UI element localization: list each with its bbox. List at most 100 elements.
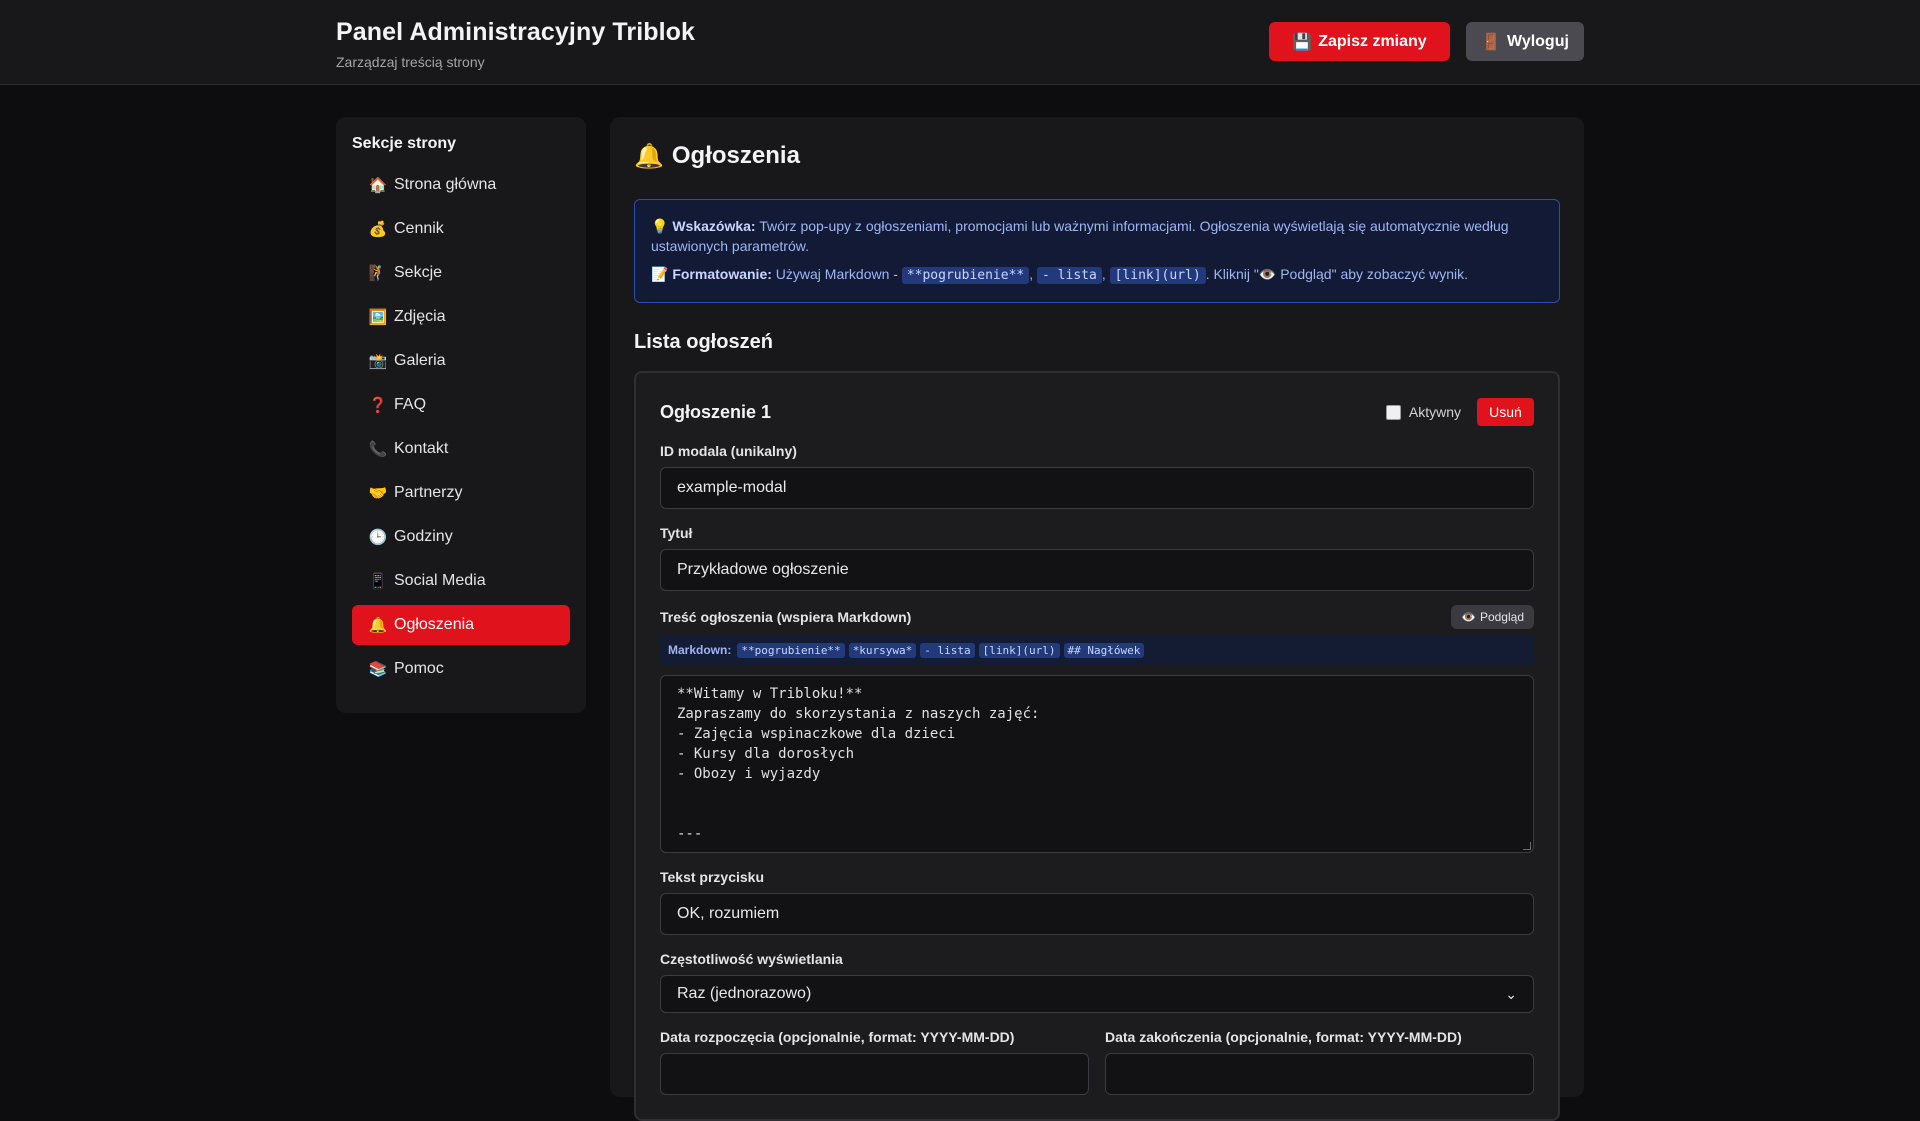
preview-label: Podgląd bbox=[1479, 610, 1524, 624]
preview-button[interactable]: 👁️ Podgląd bbox=[1451, 605, 1534, 629]
sidebar-item-label: Partnerzy bbox=[394, 484, 463, 501]
page-title: Panel Administracyjny Triblok bbox=[336, 18, 696, 46]
content-textarea[interactable]: **Witamy w Tribloku!** Zapraszamy do sko… bbox=[660, 675, 1534, 853]
books-icon: 📚 bbox=[368, 661, 388, 678]
lightbulb-icon: 💡 bbox=[651, 218, 669, 234]
markdown-label: Markdown: bbox=[668, 643, 732, 657]
sidebar-item-label: Strona główna bbox=[394, 176, 497, 193]
save-changes-button[interactable]: 💾 Zapisz zmiany bbox=[1269, 22, 1450, 61]
active-checkbox[interactable] bbox=[1385, 404, 1401, 420]
resize-handle[interactable] bbox=[1523, 842, 1531, 850]
active-toggle[interactable]: Aktywny bbox=[1385, 404, 1461, 420]
card-title: Ogłoszenie 1 bbox=[660, 401, 772, 422]
end-date-input[interactable] bbox=[1105, 1053, 1534, 1095]
frequency-select[interactable]: Raz (jednorazowo) ⌄ bbox=[660, 975, 1534, 1013]
main-panel: 🔔 Ogłoszenia 💡 Wskazówka: Twórz pop-upy … bbox=[610, 117, 1584, 1121]
frequency-label: Częstotliwość wyświetlania bbox=[660, 951, 843, 967]
start-date-group: Data rozpoczęcia (opcjonalnie, format: Y… bbox=[660, 1027, 1089, 1095]
sidebar-item-home[interactable]: 🏠 Strona główna bbox=[352, 165, 570, 205]
sidebar-item-label: Sekcje bbox=[394, 264, 443, 281]
tip-hint-text: Twórz pop-upy z ogłoszeniami, promocjami… bbox=[651, 218, 1509, 254]
sidebar-item-label: Zdjęcia bbox=[394, 308, 446, 325]
money-bag-icon: 💰 bbox=[368, 221, 388, 238]
sidebar-item-label: Galeria bbox=[394, 352, 446, 369]
delete-button[interactable]: Usuń bbox=[1477, 398, 1534, 426]
content-label: Treść ogłoszenia (wspiera Markdown) bbox=[660, 609, 912, 625]
picture-icon: 🖼️ bbox=[368, 309, 388, 326]
sidebar-item-partners[interactable]: 🤝 Partnerzy bbox=[352, 473, 570, 513]
announcement-list-title: Lista ogłoszeń bbox=[634, 331, 773, 353]
code-link: [link](url) bbox=[1109, 267, 1206, 284]
code-bold: **pogrubienie** bbox=[901, 267, 1030, 284]
top-header: Panel Administracyjny Triblok Zarządzaj … bbox=[0, 0, 1920, 85]
sidebar-item-pricing[interactable]: 💰 Cennik bbox=[352, 209, 570, 249]
tip-line-formatting: 📝 Formatowanie: Używaj Markdown - **pogr… bbox=[651, 264, 1543, 286]
section-title-text: Ogłoszenia bbox=[671, 142, 800, 169]
sidebar-item-help[interactable]: 📚 Pomoc bbox=[352, 649, 570, 689]
content-text: **Witamy w Tribloku!** Zapraszamy do sko… bbox=[677, 686, 1040, 842]
sidebar-item-photos[interactable]: 🖼️ Zdjęcia bbox=[352, 297, 570, 337]
card-actions: Aktywny Usuń bbox=[1385, 398, 1534, 426]
start-date-input[interactable] bbox=[660, 1053, 1089, 1095]
question-mark-icon: ❓ bbox=[368, 397, 388, 414]
sidebar-item-contact[interactable]: 📞 Kontakt bbox=[352, 429, 570, 469]
title-label: Tytuł bbox=[660, 525, 693, 541]
sidebar-item-gallery[interactable]: 📸 Galeria bbox=[352, 341, 570, 381]
memo-icon: 📝 bbox=[651, 266, 669, 282]
content-label-row: Treść ogłoszenia (wspiera Markdown) 👁️ P… bbox=[660, 605, 1534, 629]
brand: Panel Administracyjny Triblok Zarządzaj … bbox=[336, 18, 695, 70]
sidebar-item-sections[interactable]: 🧗 Sekcje bbox=[352, 253, 570, 293]
md-code-list: - lista bbox=[920, 642, 975, 658]
date-row: Data rozpoczęcia (opcjonalnie, format: Y… bbox=[660, 1027, 1534, 1095]
frequency-value: Raz (jednorazowo) bbox=[677, 985, 812, 1002]
phone-icon: 📞 bbox=[368, 441, 388, 458]
modal-id-input[interactable]: example-modal bbox=[660, 467, 1534, 509]
floppy-disk-icon: 💾 bbox=[1292, 33, 1313, 51]
tip-hint-label: Wskazówka: bbox=[672, 218, 756, 234]
save-changes-label: Zapisz zmiany bbox=[1318, 32, 1427, 50]
sidebar-item-label: Godziny bbox=[394, 528, 453, 545]
modal-id-label: ID modala (unikalny) bbox=[660, 443, 797, 459]
clock-icon: 🕒 bbox=[368, 529, 388, 546]
card-header: Ogłoszenie 1 Aktywny Usuń bbox=[660, 397, 1534, 427]
md-code-link: [link](url) bbox=[978, 642, 1060, 658]
button-text-input[interactable]: OK, rozumiem bbox=[660, 893, 1534, 935]
house-icon: 🏠 bbox=[368, 177, 388, 194]
sidebar-item-label: Pomoc bbox=[394, 660, 444, 677]
chevron-down-icon: ⌄ bbox=[1505, 985, 1517, 1002]
title-input[interactable]: Przykładowe ogłoszenie bbox=[660, 549, 1534, 591]
tip-formatting-suffix: . Kliknij "👁️ Podgląd" aby zobaczyć wyni… bbox=[1205, 266, 1469, 282]
logout-label: Wyloguj bbox=[1507, 32, 1569, 50]
tip-formatting-label: Formatowanie: bbox=[672, 266, 772, 282]
separator: , bbox=[1101, 266, 1110, 282]
logout-button[interactable]: 🚪 Wyloguj bbox=[1466, 22, 1584, 61]
bell-icon: 🔔 bbox=[634, 142, 664, 170]
mobile-phone-icon: 📱 bbox=[368, 573, 388, 590]
sidebar-item-social-media[interactable]: 📱 Social Media bbox=[352, 561, 570, 601]
sidebar-item-label: Social Media bbox=[394, 572, 486, 589]
page-subtitle: Zarządzaj treścią strony bbox=[336, 54, 485, 70]
camera-icon: 📸 bbox=[368, 353, 388, 370]
start-date-label: Data rozpoczęcia (opcjonalnie, format: Y… bbox=[660, 1029, 1015, 1045]
section-title: 🔔 Ogłoszenia bbox=[634, 141, 1560, 171]
bell-icon: 🔔 bbox=[368, 617, 388, 634]
sidebar-title: Sekcje strony bbox=[352, 135, 457, 152]
handshake-icon: 🤝 bbox=[368, 485, 388, 502]
sidebar-item-announcements[interactable]: 🔔 Ogłoszenia bbox=[352, 605, 570, 645]
markdown-hint-bar: Markdown: **pogrubienie** *kursywa* - li… bbox=[660, 635, 1534, 665]
sidebar: Sekcje strony 🏠 Strona główna 💰 Cennik 🧗 Se… bbox=[336, 117, 586, 713]
tip-box: 💡 Wskazówka: Twórz pop-upy z ogłoszeniam… bbox=[634, 199, 1560, 303]
separator: , bbox=[1029, 266, 1038, 282]
climber-icon: 🧗 bbox=[368, 265, 388, 282]
end-date-group: Data zakończenia (opcjonalnie, format: Y… bbox=[1105, 1027, 1534, 1095]
code-list: - lista bbox=[1037, 267, 1102, 284]
announcement-card: Ogłoszenie 1 Aktywny Usuń ID modala (uni… bbox=[634, 371, 1560, 1121]
sidebar-item-faq[interactable]: ❓ FAQ bbox=[352, 385, 570, 425]
md-code-heading: ## Nagłówek bbox=[1063, 642, 1145, 658]
sidebar-item-label: Cennik bbox=[394, 220, 444, 237]
end-date-label: Data zakończenia (opcjonalnie, format: Y… bbox=[1105, 1029, 1462, 1045]
sidebar-item-label: Kontakt bbox=[394, 440, 449, 457]
md-code-bold: **pogrubienie** bbox=[737, 642, 845, 658]
md-code-italic: *kursywa* bbox=[848, 642, 917, 658]
sidebar-item-hours[interactable]: 🕒 Godziny bbox=[352, 517, 570, 557]
